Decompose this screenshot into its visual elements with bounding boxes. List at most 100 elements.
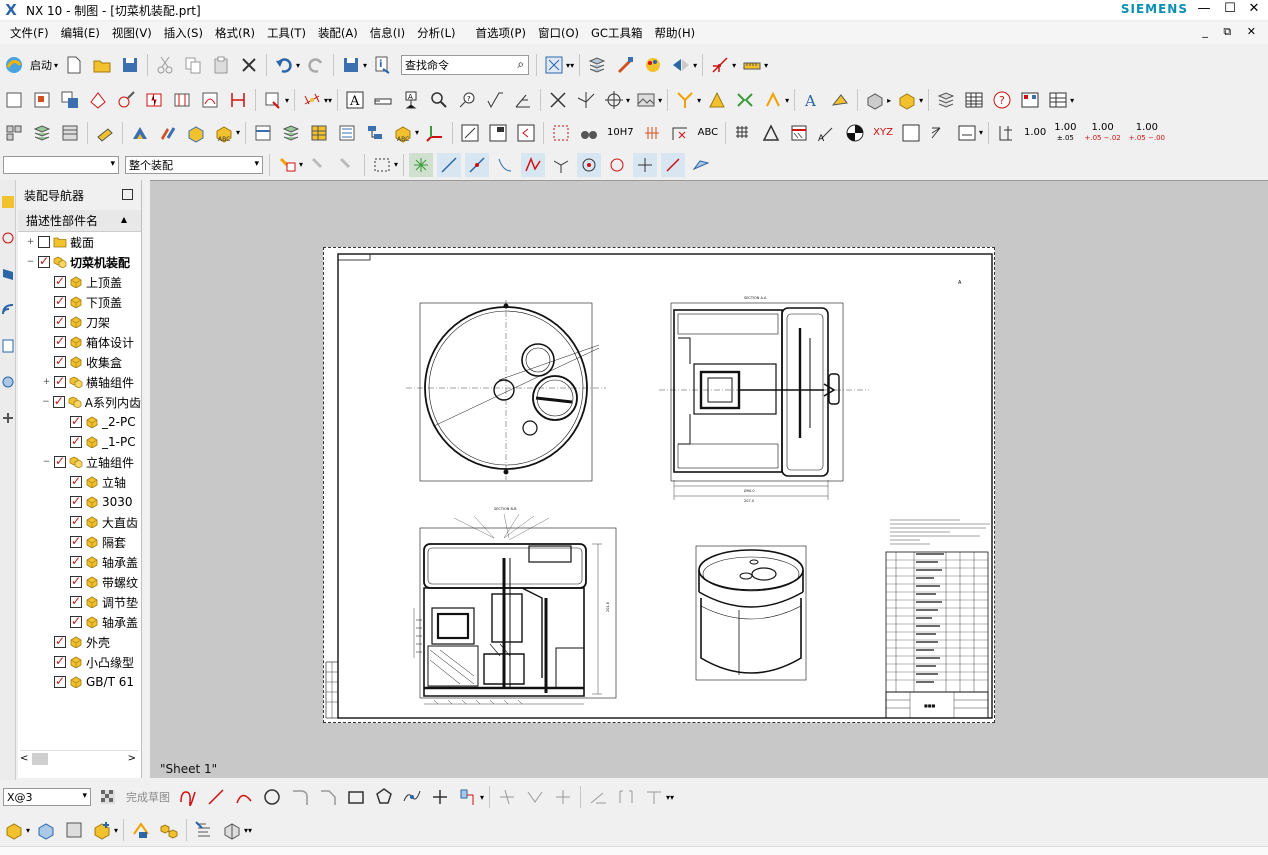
tree-row[interactable]: 轴承盖 [18, 552, 141, 572]
assembly-constraints-icon[interactable] [129, 818, 153, 842]
history-tab-icon[interactable] [1, 338, 15, 354]
command-search-input[interactable]: 查找命令 ⌕ [401, 55, 530, 75]
snap-quadrant-icon[interactable] [605, 153, 629, 177]
quick-trim-icon[interactable] [495, 785, 519, 809]
rectangle-dropdown-icon[interactable]: ▾ [394, 160, 398, 169]
visibility-checkbox[interactable] [70, 534, 82, 548]
wave-geometry-icon[interactable] [192, 818, 216, 842]
wcs-icon[interactable] [708, 53, 732, 77]
tree-row[interactable]: 小凸缘型 [18, 652, 141, 672]
component-icon[interactable] [895, 88, 919, 112]
abc-dropdown-icon[interactable]: ▾ [236, 128, 240, 137]
visibility-checkbox[interactable] [54, 294, 66, 308]
show-hide-icon[interactable] [669, 53, 693, 77]
triangle-icon[interactable] [759, 121, 783, 145]
make-corner-icon[interactable] [551, 785, 575, 809]
constraint-icon[interactable] [586, 785, 610, 809]
leader-text-icon[interactable]: A [815, 121, 839, 145]
snap-control-point-icon[interactable] [493, 153, 517, 177]
paste-icon[interactable] [209, 53, 233, 77]
add-part-icon[interactable] [90, 818, 114, 842]
tree-row[interactable]: − 切菜机装配 [18, 252, 141, 272]
blank-frame-icon[interactable] [899, 121, 923, 145]
visibility-checkbox[interactable] [54, 374, 66, 388]
rectangle-icon[interactable] [344, 785, 368, 809]
measure-dropdown-icon[interactable]: ▾ [764, 61, 768, 70]
circle-icon[interactable] [260, 785, 284, 809]
menu-preferences[interactable]: 首选项(P) [470, 25, 532, 41]
table-icon[interactable] [962, 88, 986, 112]
abc-dimension-icon[interactable]: ABC [698, 127, 719, 138]
help-icon[interactable]: ? [990, 88, 1014, 112]
projected-view-icon[interactable] [58, 88, 82, 112]
show-hide-dropdown-icon[interactable]: ▾ [693, 61, 697, 70]
mirror-assembly-icon[interactable] [761, 88, 785, 112]
menu-gc-toolbox[interactable]: GC工具箱 [585, 25, 648, 41]
visibility-checkbox[interactable] [54, 674, 66, 688]
roles-tab-icon[interactable] [1, 266, 15, 282]
save-icon[interactable] [118, 53, 142, 77]
target-point-icon[interactable] [843, 121, 867, 145]
tabular-note-icon[interactable] [1046, 88, 1070, 112]
weld-symbol-icon[interactable] [511, 88, 535, 112]
maximize-button[interactable]: ☐ [1218, 0, 1242, 20]
layer-list-icon[interactable] [58, 121, 82, 145]
information-icon[interactable]: i [371, 53, 395, 77]
abc-parts-icon[interactable]: ABC [391, 121, 415, 145]
minimize-button[interactable]: — [1192, 0, 1216, 20]
visibility-checkbox[interactable] [54, 354, 66, 368]
zone-icon[interactable] [514, 121, 538, 145]
component-table-icon[interactable] [62, 818, 86, 842]
assembly-constraint-icon[interactable] [673, 88, 697, 112]
wcs-dropdown-icon[interactable]: ▾ [732, 61, 736, 70]
visibility-checkbox[interactable] [70, 414, 82, 428]
table-dropdown-icon[interactable]: ▾ [1070, 96, 1074, 105]
close-window-button[interactable]: ✕ [1242, 0, 1266, 20]
assembly-arrangement-icon[interactable] [128, 121, 152, 145]
column-header[interactable]: 描述性部件名 ▲ [18, 210, 141, 232]
visibility-checkbox[interactable] [70, 474, 82, 488]
selection-scope-select[interactable]: 整个装配 ▾ [125, 155, 263, 174]
center-mark-dropdown-icon[interactable]: ▾ [626, 96, 630, 105]
constraint-dropdown-icon[interactable]: ▾ [697, 96, 701, 105]
title-block-icon[interactable] [486, 121, 510, 145]
tree-row[interactable]: + 截面 [18, 232, 141, 252]
type-filter-select[interactable]: ▾ [3, 155, 119, 174]
edit-settings-icon[interactable] [828, 88, 852, 112]
menu-analysis[interactable]: 分析(L) [411, 25, 461, 41]
menu-window[interactable]: 窗口(O) [532, 25, 585, 41]
layer-group-icon[interactable] [279, 121, 303, 145]
expand-toggle-icon[interactable]: + [26, 237, 35, 247]
snap-midpoint-icon[interactable] [465, 152, 490, 177]
view-menu-dropdown-icon[interactable]: ▾ [285, 96, 289, 105]
tree-row[interactable]: 调节垫 [18, 592, 141, 612]
fillet-icon[interactable] [288, 785, 312, 809]
start-dropdown-icon[interactable]: ▾ [54, 61, 58, 70]
component-dropdown-icon[interactable]: ▾ [919, 96, 923, 105]
base-view-icon[interactable] [30, 88, 54, 112]
constraint-more-icon[interactable]: ▾ [670, 793, 674, 802]
expand-toggle-icon[interactable]: + [42, 377, 51, 387]
visibility-checkbox[interactable] [54, 274, 66, 288]
visibility-checkbox[interactable] [70, 574, 82, 588]
symbol-grid-icon[interactable] [549, 121, 573, 145]
scroll-left-icon[interactable]: < [20, 753, 28, 764]
select-feature-icon[interactable] [307, 153, 331, 177]
sort-up-icon[interactable]: ▲ [121, 215, 127, 224]
start-button[interactable]: 启动 [30, 57, 52, 73]
navigator-horizontal-scrollbar[interactable]: < > [20, 750, 138, 766]
drafting-edit-icon[interactable] [93, 121, 117, 145]
graphics-window[interactable]: A SECTION A-A Ø90.0 207.0 SECTION B-B 20… [150, 180, 1268, 778]
magnifier-icon[interactable]: ⌕ [517, 57, 524, 72]
binocular-icon[interactable] [577, 121, 601, 145]
image-icon[interactable] [634, 88, 658, 112]
tree-row[interactable]: 立轴 [18, 472, 141, 492]
tree-row[interactable]: GB/T 61 [18, 672, 141, 692]
leader-lines-icon[interactable] [927, 121, 951, 145]
visibility-checkbox[interactable] [54, 634, 66, 648]
constraint-navigator-tab-icon[interactable] [1, 230, 15, 246]
tree-row[interactable]: 带螺纹 [18, 572, 141, 592]
studio-spline-icon[interactable] [400, 785, 424, 809]
tree-row[interactable]: 下顶盖 [18, 292, 141, 312]
text-dropdown-icon[interactable]: ▾ [979, 128, 983, 137]
